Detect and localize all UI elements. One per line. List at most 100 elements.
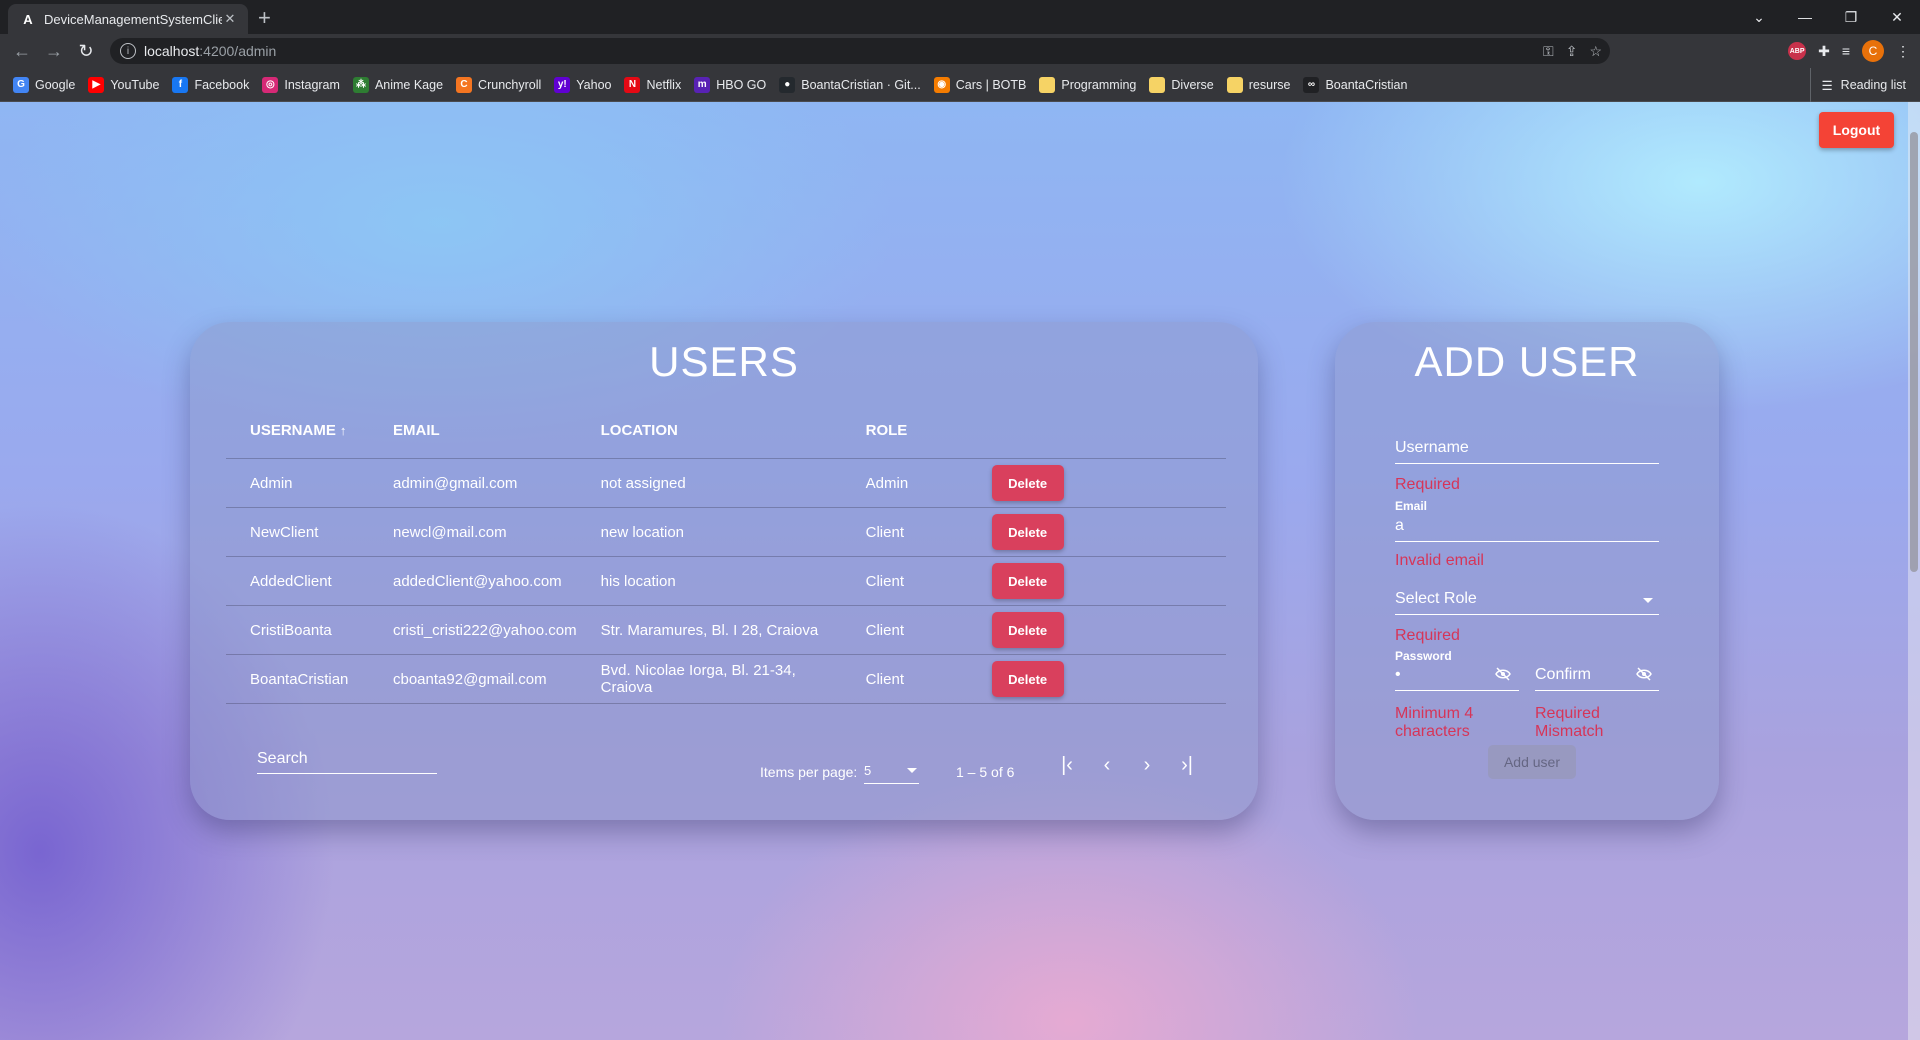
browser-tab[interactable]: A DeviceManagementSystemClient ✕ xyxy=(8,4,248,34)
browser-toolbar: ← → ↻ i localhost:4200/admin ⚿ ⇪ ☆ ABP ✚… xyxy=(0,34,1920,68)
confirm-visibility-off-icon[interactable] xyxy=(1636,667,1652,685)
bookmark-item[interactable]: ∞ BoantaCristian xyxy=(1303,76,1407,93)
window-close-button[interactable]: ✕ xyxy=(1874,9,1920,26)
bookmark-favicon-icon xyxy=(1226,76,1243,93)
site-info-icon[interactable]: i xyxy=(120,43,136,59)
column-header-email: EMAIL xyxy=(369,402,577,459)
table-row: CristiBoanta cristi_cristi222@yahoo.com St… xyxy=(226,605,1226,655)
bookmark-favicon-icon xyxy=(1149,76,1166,93)
email-error: Invalid email xyxy=(1395,552,1484,569)
column-header-username[interactable]: USERNAME ↑ xyxy=(226,402,369,459)
cell-location: Str. Maramures, Bl. I 28, Craiova xyxy=(576,605,842,655)
extensions-area: ABP ✚ ≡ C ⋮ xyxy=(1788,38,1910,64)
bookmark-item[interactable]: f Facebook xyxy=(172,76,250,93)
share-icon[interactable]: ⇪ xyxy=(1566,43,1578,60)
bookmark-star-icon[interactable]: ☆ xyxy=(1589,43,1602,60)
confirm-error-required: Required xyxy=(1535,705,1600,722)
browser-menu-icon[interactable]: ⋮ xyxy=(1896,43,1910,60)
cell-email: admin@gmail.com xyxy=(369,458,577,508)
media-queue-icon[interactable]: ≡ xyxy=(1842,43,1850,59)
extensions-puzzle-icon[interactable]: ✚ xyxy=(1818,43,1830,60)
bookmark-favicon-icon: ∞ xyxy=(1303,76,1320,93)
username-field[interactable]: Username xyxy=(1395,439,1659,464)
cell-role: Client xyxy=(841,556,968,606)
bookmark-label: Google xyxy=(35,77,76,92)
cell-username: NewClient xyxy=(226,507,369,557)
confirm-error-mismatch: Mismatch xyxy=(1535,723,1604,740)
bookmark-label: Netflix xyxy=(646,77,682,92)
reading-list-icon: ☰ xyxy=(1821,78,1833,93)
email-field[interactable]: a xyxy=(1395,517,1659,542)
cell-username: Admin xyxy=(226,458,369,508)
bookmark-item[interactable]: ● BoantaCristian · Git... xyxy=(779,76,921,93)
bookmark-item[interactable]: m HBO GO xyxy=(694,76,766,93)
bookmark-item[interactable]: Diverse xyxy=(1149,76,1214,93)
cell-email: cristi_cristi222@yahoo.com xyxy=(369,605,577,655)
add-user-button[interactable]: Add user xyxy=(1488,745,1576,779)
scrollbar-thumb[interactable] xyxy=(1910,132,1918,572)
delete-button[interactable]: Delete xyxy=(991,514,1064,550)
last-page-icon[interactable]: ›| xyxy=(1172,754,1202,777)
angular-favicon-icon: A xyxy=(23,11,33,27)
cell-username: AddedClient xyxy=(226,556,369,606)
password-visibility-off-icon[interactable] xyxy=(1495,667,1511,685)
bookmark-favicon-icon: ◉ xyxy=(933,76,950,93)
delete-button[interactable]: Delete xyxy=(991,612,1064,648)
items-per-page-value: 5 xyxy=(864,763,872,778)
logout-button[interactable]: Logout xyxy=(1819,112,1894,148)
column-header-actions xyxy=(967,402,1226,459)
profile-avatar[interactable]: C xyxy=(1862,40,1884,62)
cell-role: Admin xyxy=(841,458,968,508)
address-bar[interactable]: i localhost:4200/admin ⚿ ⇪ ☆ xyxy=(110,38,1610,64)
tab-search-icon[interactable]: ⌄ xyxy=(1736,9,1782,26)
key-icon[interactable]: ⚿ xyxy=(1543,43,1554,60)
dropdown-caret-icon xyxy=(907,768,917,773)
bookmark-item[interactable]: ◎ Instagram xyxy=(262,76,340,93)
first-page-icon[interactable]: |‹ xyxy=(1052,754,1082,777)
delete-button[interactable]: Delete xyxy=(991,661,1064,697)
bookmark-favicon-icon: N xyxy=(624,76,641,93)
cell-location: new location xyxy=(576,507,842,557)
users-table-body: Admin admin@gmail.com not assigned Admin Del… xyxy=(226,458,1226,704)
bookmark-favicon-icon: f xyxy=(172,76,189,93)
reading-list-label: Reading list xyxy=(1840,78,1906,92)
new-tab-button[interactable]: + xyxy=(258,5,271,31)
password-label: Password xyxy=(1395,649,1452,663)
bookmark-label: Yahoo xyxy=(576,77,612,92)
next-page-icon[interactable]: › xyxy=(1132,754,1162,777)
bookmark-label: Facebook xyxy=(194,77,250,92)
delete-button[interactable]: Delete xyxy=(991,465,1064,501)
page-scrollbar[interactable] xyxy=(1908,102,1920,1040)
bookmark-item[interactable]: Programming xyxy=(1039,76,1137,93)
tab-close-icon[interactable]: ✕ xyxy=(222,11,238,27)
back-icon[interactable]: ← xyxy=(6,41,38,62)
search-input[interactable]: Search xyxy=(257,750,437,774)
bookmark-item[interactable]: ⁂ Anime Kage xyxy=(352,76,443,93)
bookmark-item[interactable]: resurse xyxy=(1226,76,1290,93)
reload-icon[interactable]: ↻ xyxy=(70,41,102,62)
table-row: AddedClient addedClient@yahoo.com his loca… xyxy=(226,556,1226,606)
bookmark-item[interactable]: N Netflix xyxy=(624,76,682,93)
items-per-page-label: Items per page: xyxy=(760,764,858,780)
bookmark-label: Programming xyxy=(1061,77,1137,92)
bookmark-item[interactable]: ◉ Cars | BOTB xyxy=(933,76,1026,93)
minimize-button[interactable]: — xyxy=(1782,9,1828,25)
users-title: USERS xyxy=(649,338,799,385)
bookmark-item[interactable]: C Crunchyroll xyxy=(456,76,541,93)
delete-button[interactable]: Delete xyxy=(991,563,1064,599)
restore-button[interactable]: ❐ xyxy=(1828,9,1874,26)
cell-actions: Delete xyxy=(967,654,1226,704)
role-select[interactable]: Select Role xyxy=(1395,590,1659,615)
bookmark-item[interactable]: G Google xyxy=(13,76,76,93)
window-controls: ⌄ — ❐ ✕ xyxy=(1736,0,1920,34)
username-error: Required xyxy=(1395,476,1460,493)
bookmark-item[interactable]: ▶ YouTube xyxy=(88,76,159,93)
bookmark-item[interactable]: y! Yahoo xyxy=(554,76,612,93)
forward-icon[interactable]: → xyxy=(38,41,70,62)
previous-page-icon[interactable]: ‹ xyxy=(1092,754,1122,777)
reading-list-button[interactable]: ☰ Reading list xyxy=(1810,68,1906,102)
adblock-plus-icon[interactable]: ABP xyxy=(1788,42,1807,60)
url-path: :4200/admin xyxy=(199,43,277,59)
items-per-page-select[interactable]: 5 xyxy=(864,763,919,784)
bookmark-label: Diverse xyxy=(1171,77,1214,92)
